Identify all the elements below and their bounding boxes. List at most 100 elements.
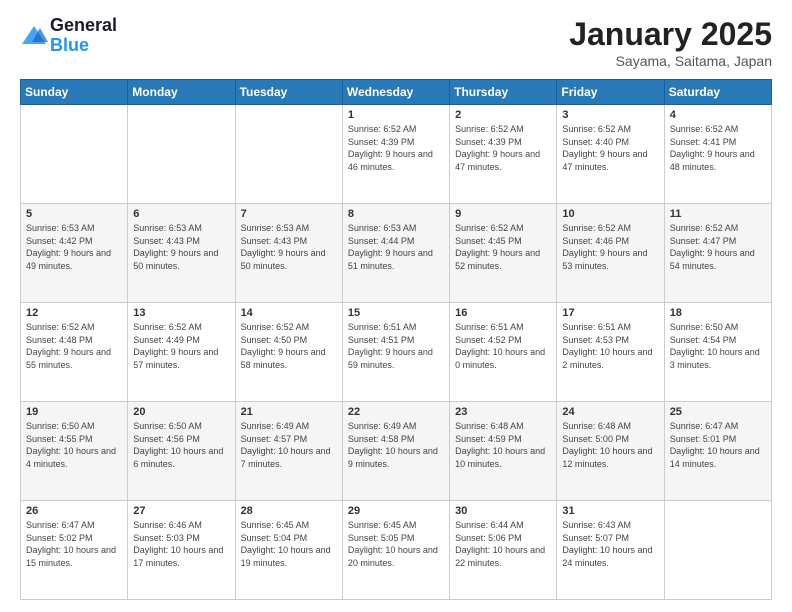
day-info: Sunrise: 6:47 AMSunset: 5:01 PMDaylight:…	[670, 420, 766, 470]
calendar-week-row: 26Sunrise: 6:47 AMSunset: 5:02 PMDayligh…	[21, 501, 772, 600]
calendar-day-cell: 18Sunrise: 6:50 AMSunset: 4:54 PMDayligh…	[664, 303, 771, 402]
day-number: 11	[670, 208, 766, 220]
calendar-day-cell: 2 Sunrise: 6:52 AMSunset: 4:39 PMDaylight…	[450, 105, 557, 204]
logo-icon	[20, 24, 48, 48]
month-title: January 2025	[569, 16, 772, 53]
day-info: Sunrise: 6:52 AMSunset: 4:46 PMDaylight:…	[562, 222, 658, 272]
day-number: 7	[241, 208, 337, 220]
calendar-day-cell: 15Sunrise: 6:51 AMSunset: 4:51 PMDayligh…	[342, 303, 449, 402]
day-info: Sunrise: 6:52 AMSunset: 4:41 PMDaylight:…	[670, 123, 766, 173]
day-info: Sunrise: 6:53 AMSunset: 4:43 PMDaylight:…	[133, 222, 229, 272]
day-info: Sunrise: 6:51 AMSunset: 4:51 PMDaylight:…	[348, 321, 444, 371]
day-info: Sunrise: 6:49 AMSunset: 4:57 PMDaylight:…	[241, 420, 337, 470]
day-number: 17	[562, 307, 658, 319]
calendar-day-cell: 17 Sunrise: 6:51 AMSunset: 4:53 PMDayligh…	[557, 303, 664, 402]
calendar-day-header: Monday	[128, 80, 235, 105]
day-info: Sunrise: 6:52 AMSunset: 4:39 PMDaylight:…	[455, 123, 551, 173]
calendar-day-header: Wednesday	[342, 80, 449, 105]
calendar-day-cell: 7 Sunrise: 6:53 AMSunset: 4:43 PMDaylight…	[235, 204, 342, 303]
day-number: 27	[133, 505, 229, 517]
calendar-day-header: Friday	[557, 80, 664, 105]
day-info: Sunrise: 6:51 AMSunset: 4:53 PMDaylight:…	[562, 321, 658, 371]
day-info: Sunrise: 6:48 AMSunset: 4:59 PMDaylight:…	[455, 420, 551, 470]
day-info: Sunrise: 6:52 AMSunset: 4:47 PMDaylight:…	[670, 222, 766, 272]
calendar-day-cell: 22 Sunrise: 6:49 AMSunset: 4:58 PMDayligh…	[342, 402, 449, 501]
location: Sayama, Saitama, Japan	[569, 53, 772, 69]
calendar-week-row: 19 Sunrise: 6:50 AMSunset: 4:55 PMDayligh…	[21, 402, 772, 501]
calendar-day-cell: 27 Sunrise: 6:46 AMSunset: 5:03 PMDayligh…	[128, 501, 235, 600]
calendar-day-cell: 31 Sunrise: 6:43 AMSunset: 5:07 PMDayligh…	[557, 501, 664, 600]
day-number: 5	[26, 208, 122, 220]
calendar-day-header: Saturday	[664, 80, 771, 105]
calendar-day-cell: 11 Sunrise: 6:52 AMSunset: 4:47 PMDayligh…	[664, 204, 771, 303]
day-number: 2	[455, 109, 551, 121]
day-info: Sunrise: 6:52 AMSunset: 4:50 PMDaylight:…	[241, 321, 337, 371]
day-number: 19	[26, 406, 122, 418]
calendar-week-row: 12 Sunrise: 6:52 AMSunset: 4:48 PMDayligh…	[21, 303, 772, 402]
day-info: Sunrise: 6:49 AMSunset: 4:58 PMDaylight:…	[348, 420, 444, 470]
day-info: Sunrise: 6:53 AMSunset: 4:43 PMDaylight:…	[241, 222, 337, 272]
day-number: 3	[562, 109, 658, 121]
day-number: 1	[348, 109, 444, 121]
day-number: 14	[241, 307, 337, 319]
calendar-day-cell: 10 Sunrise: 6:52 AMSunset: 4:46 PMDayligh…	[557, 204, 664, 303]
day-number: 28	[241, 505, 337, 517]
day-number: 8	[348, 208, 444, 220]
calendar-day-cell: 8 Sunrise: 6:53 AMSunset: 4:44 PMDaylight…	[342, 204, 449, 303]
day-number: 9	[455, 208, 551, 220]
calendar-day-cell: 30 Sunrise: 6:44 AMSunset: 5:06 PMDayligh…	[450, 501, 557, 600]
calendar-day-cell: 14 Sunrise: 6:52 AMSunset: 4:50 PMDayligh…	[235, 303, 342, 402]
day-info: Sunrise: 6:43 AMSunset: 5:07 PMDaylight:…	[562, 519, 658, 569]
header: GeneralBlue January 2025 Sayama, Saitama…	[20, 16, 772, 69]
day-info: Sunrise: 6:45 AMSunset: 5:04 PMDaylight:…	[241, 519, 337, 569]
day-info: Sunrise: 6:52 AMSunset: 4:39 PMDaylight:…	[348, 123, 444, 173]
day-number: 21	[241, 406, 337, 418]
logo: GeneralBlue	[20, 16, 117, 56]
calendar-day-cell	[664, 501, 771, 600]
calendar-day-cell: 20Sunrise: 6:50 AMSunset: 4:56 PMDayligh…	[128, 402, 235, 501]
day-info: Sunrise: 6:52 AMSunset: 4:48 PMDaylight:…	[26, 321, 122, 371]
day-number: 20	[133, 406, 229, 418]
calendar-day-cell: 13 Sunrise: 6:52 AMSunset: 4:49 PMDayligh…	[128, 303, 235, 402]
day-number: 16	[455, 307, 551, 319]
day-number: 22	[348, 406, 444, 418]
day-number: 12	[26, 307, 122, 319]
title-block: January 2025 Sayama, Saitama, Japan	[569, 16, 772, 69]
calendar-day-cell: 1 Sunrise: 6:52 AMSunset: 4:39 PMDaylight…	[342, 105, 449, 204]
calendar-day-cell: 6Sunrise: 6:53 AMSunset: 4:43 PMDaylight…	[128, 204, 235, 303]
day-info: Sunrise: 6:45 AMSunset: 5:05 PMDaylight:…	[348, 519, 444, 569]
calendar-day-cell	[128, 105, 235, 204]
day-info: Sunrise: 6:53 AMSunset: 4:44 PMDaylight:…	[348, 222, 444, 272]
calendar-day-cell	[21, 105, 128, 204]
calendar-day-cell: 3 Sunrise: 6:52 AMSunset: 4:40 PMDaylight…	[557, 105, 664, 204]
day-info: Sunrise: 6:50 AMSunset: 4:55 PMDaylight:…	[26, 420, 122, 470]
day-number: 13	[133, 307, 229, 319]
day-number: 29	[348, 505, 444, 517]
calendar-day-header: Tuesday	[235, 80, 342, 105]
day-number: 30	[455, 505, 551, 517]
calendar-day-cell: 28 Sunrise: 6:45 AMSunset: 5:04 PMDayligh…	[235, 501, 342, 600]
day-info: Sunrise: 6:52 AMSunset: 4:40 PMDaylight:…	[562, 123, 658, 173]
calendar-header-row: SundayMondayTuesdayWednesdayThursdayFrid…	[21, 80, 772, 105]
day-number: 10	[562, 208, 658, 220]
day-info: Sunrise: 6:52 AMSunset: 4:49 PMDaylight:…	[133, 321, 229, 371]
calendar-day-cell: 23Sunrise: 6:48 AMSunset: 4:59 PMDayligh…	[450, 402, 557, 501]
calendar-day-cell	[235, 105, 342, 204]
calendar-day-cell: 12 Sunrise: 6:52 AMSunset: 4:48 PMDayligh…	[21, 303, 128, 402]
day-number: 31	[562, 505, 658, 517]
calendar-day-cell: 19 Sunrise: 6:50 AMSunset: 4:55 PMDayligh…	[21, 402, 128, 501]
day-info: Sunrise: 6:51 AMSunset: 4:52 PMDaylight:…	[455, 321, 551, 371]
calendar-table: SundayMondayTuesdayWednesdayThursdayFrid…	[20, 79, 772, 600]
day-number: 26	[26, 505, 122, 517]
calendar-day-cell: 21 Sunrise: 6:49 AMSunset: 4:57 PMDayligh…	[235, 402, 342, 501]
day-info: Sunrise: 6:53 AMSunset: 4:42 PMDaylight:…	[26, 222, 122, 272]
calendar-week-row: 1 Sunrise: 6:52 AMSunset: 4:39 PMDaylight…	[21, 105, 772, 204]
calendar-day-header: Thursday	[450, 80, 557, 105]
day-info: Sunrise: 6:52 AMSunset: 4:45 PMDaylight:…	[455, 222, 551, 272]
calendar-day-cell: 24Sunrise: 6:48 AMSunset: 5:00 PMDayligh…	[557, 402, 664, 501]
day-info: Sunrise: 6:46 AMSunset: 5:03 PMDaylight:…	[133, 519, 229, 569]
day-number: 25	[670, 406, 766, 418]
calendar-day-cell: 9 Sunrise: 6:52 AMSunset: 4:45 PMDaylight…	[450, 204, 557, 303]
calendar-day-header: Sunday	[21, 80, 128, 105]
day-info: Sunrise: 6:44 AMSunset: 5:06 PMDaylight:…	[455, 519, 551, 569]
